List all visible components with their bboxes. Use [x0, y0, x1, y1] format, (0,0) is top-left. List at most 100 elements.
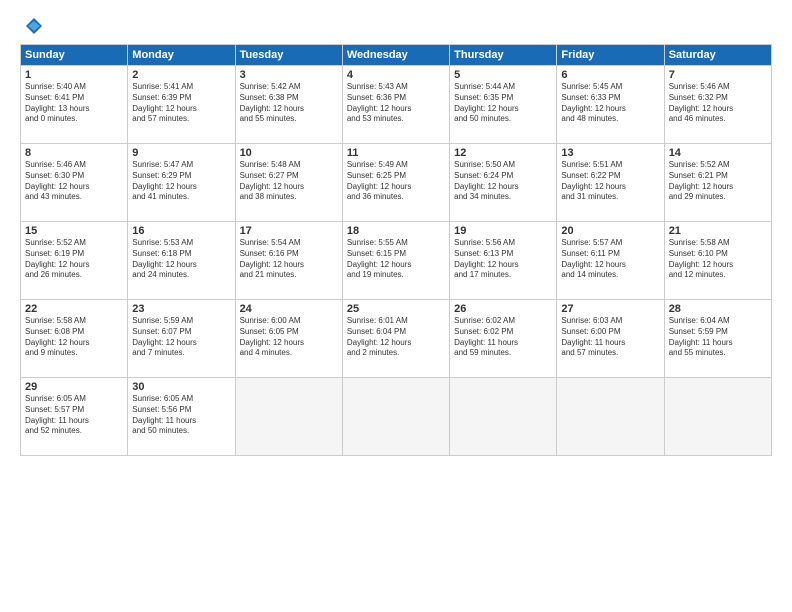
day-info: Sunrise: 5:41 AM Sunset: 6:39 PM Dayligh…	[132, 82, 230, 125]
day-number: 26	[454, 303, 552, 315]
day-number: 30	[132, 381, 230, 393]
calendar-cell	[235, 378, 342, 456]
calendar-cell: 4Sunrise: 5:43 AM Sunset: 6:36 PM Daylig…	[342, 66, 449, 144]
header-wednesday: Wednesday	[342, 45, 449, 66]
header-monday: Monday	[128, 45, 235, 66]
logo	[20, 16, 46, 36]
day-info: Sunrise: 5:40 AM Sunset: 6:41 PM Dayligh…	[25, 82, 123, 125]
day-info: Sunrise: 5:49 AM Sunset: 6:25 PM Dayligh…	[347, 160, 445, 203]
day-number: 13	[561, 147, 659, 159]
day-number: 3	[240, 69, 338, 81]
day-info: Sunrise: 5:48 AM Sunset: 6:27 PM Dayligh…	[240, 160, 338, 203]
day-info: Sunrise: 6:03 AM Sunset: 6:00 PM Dayligh…	[561, 316, 659, 359]
day-info: Sunrise: 5:46 AM Sunset: 6:32 PM Dayligh…	[669, 82, 767, 125]
day-info: Sunrise: 5:59 AM Sunset: 6:07 PM Dayligh…	[132, 316, 230, 359]
logo-icon	[24, 16, 44, 36]
day-number: 21	[669, 225, 767, 237]
day-number: 17	[240, 225, 338, 237]
day-number: 1	[25, 69, 123, 81]
day-number: 11	[347, 147, 445, 159]
calendar-cell: 13Sunrise: 5:51 AM Sunset: 6:22 PM Dayli…	[557, 144, 664, 222]
day-info: Sunrise: 6:01 AM Sunset: 6:04 PM Dayligh…	[347, 316, 445, 359]
calendar-week-5: 29Sunrise: 6:05 AM Sunset: 5:57 PM Dayli…	[21, 378, 772, 456]
day-info: Sunrise: 5:54 AM Sunset: 6:16 PM Dayligh…	[240, 238, 338, 281]
day-info: Sunrise: 5:57 AM Sunset: 6:11 PM Dayligh…	[561, 238, 659, 281]
day-info: Sunrise: 5:58 AM Sunset: 6:10 PM Dayligh…	[669, 238, 767, 281]
calendar-cell: 10Sunrise: 5:48 AM Sunset: 6:27 PM Dayli…	[235, 144, 342, 222]
calendar-cell	[664, 378, 771, 456]
calendar-cell: 23Sunrise: 5:59 AM Sunset: 6:07 PM Dayli…	[128, 300, 235, 378]
calendar-cell: 2Sunrise: 5:41 AM Sunset: 6:39 PM Daylig…	[128, 66, 235, 144]
calendar-cell: 6Sunrise: 5:45 AM Sunset: 6:33 PM Daylig…	[557, 66, 664, 144]
calendar-cell: 8Sunrise: 5:46 AM Sunset: 6:30 PM Daylig…	[21, 144, 128, 222]
calendar-cell: 25Sunrise: 6:01 AM Sunset: 6:04 PM Dayli…	[342, 300, 449, 378]
calendar-cell: 20Sunrise: 5:57 AM Sunset: 6:11 PM Dayli…	[557, 222, 664, 300]
day-number: 20	[561, 225, 659, 237]
day-number: 6	[561, 69, 659, 81]
header-thursday: Thursday	[450, 45, 557, 66]
calendar-week-1: 1Sunrise: 5:40 AM Sunset: 6:41 PM Daylig…	[21, 66, 772, 144]
header	[20, 16, 772, 36]
day-info: Sunrise: 5:55 AM Sunset: 6:15 PM Dayligh…	[347, 238, 445, 281]
day-number: 29	[25, 381, 123, 393]
calendar-cell: 11Sunrise: 5:49 AM Sunset: 6:25 PM Dayli…	[342, 144, 449, 222]
day-info: Sunrise: 5:52 AM Sunset: 6:21 PM Dayligh…	[669, 160, 767, 203]
calendar-cell: 21Sunrise: 5:58 AM Sunset: 6:10 PM Dayli…	[664, 222, 771, 300]
day-number: 7	[669, 69, 767, 81]
day-info: Sunrise: 5:53 AM Sunset: 6:18 PM Dayligh…	[132, 238, 230, 281]
calendar-cell: 28Sunrise: 6:04 AM Sunset: 5:59 PM Dayli…	[664, 300, 771, 378]
day-number: 19	[454, 225, 552, 237]
calendar-cell: 17Sunrise: 5:54 AM Sunset: 6:16 PM Dayli…	[235, 222, 342, 300]
calendar-cell: 26Sunrise: 6:02 AM Sunset: 6:02 PM Dayli…	[450, 300, 557, 378]
calendar-cell: 3Sunrise: 5:42 AM Sunset: 6:38 PM Daylig…	[235, 66, 342, 144]
header-sunday: Sunday	[21, 45, 128, 66]
day-info: Sunrise: 6:04 AM Sunset: 5:59 PM Dayligh…	[669, 316, 767, 359]
day-number: 27	[561, 303, 659, 315]
day-number: 23	[132, 303, 230, 315]
day-number: 2	[132, 69, 230, 81]
calendar-cell: 12Sunrise: 5:50 AM Sunset: 6:24 PM Dayli…	[450, 144, 557, 222]
calendar-cell	[342, 378, 449, 456]
calendar-cell: 18Sunrise: 5:55 AM Sunset: 6:15 PM Dayli…	[342, 222, 449, 300]
calendar-cell: 15Sunrise: 5:52 AM Sunset: 6:19 PM Dayli…	[21, 222, 128, 300]
calendar-cell: 7Sunrise: 5:46 AM Sunset: 6:32 PM Daylig…	[664, 66, 771, 144]
calendar-week-4: 22Sunrise: 5:58 AM Sunset: 6:08 PM Dayli…	[21, 300, 772, 378]
calendar-cell: 9Sunrise: 5:47 AM Sunset: 6:29 PM Daylig…	[128, 144, 235, 222]
calendar-week-3: 15Sunrise: 5:52 AM Sunset: 6:19 PM Dayli…	[21, 222, 772, 300]
day-info: Sunrise: 5:51 AM Sunset: 6:22 PM Dayligh…	[561, 160, 659, 203]
day-info: Sunrise: 5:43 AM Sunset: 6:36 PM Dayligh…	[347, 82, 445, 125]
calendar-week-2: 8Sunrise: 5:46 AM Sunset: 6:30 PM Daylig…	[21, 144, 772, 222]
calendar-cell: 19Sunrise: 5:56 AM Sunset: 6:13 PM Dayli…	[450, 222, 557, 300]
calendar-cell: 22Sunrise: 5:58 AM Sunset: 6:08 PM Dayli…	[21, 300, 128, 378]
day-number: 22	[25, 303, 123, 315]
day-number: 18	[347, 225, 445, 237]
calendar-cell: 1Sunrise: 5:40 AM Sunset: 6:41 PM Daylig…	[21, 66, 128, 144]
day-number: 25	[347, 303, 445, 315]
calendar-page: Sunday Monday Tuesday Wednesday Thursday…	[0, 0, 792, 612]
day-number: 4	[347, 69, 445, 81]
day-number: 8	[25, 147, 123, 159]
header-row: Sunday Monday Tuesday Wednesday Thursday…	[21, 45, 772, 66]
day-info: Sunrise: 6:05 AM Sunset: 5:56 PM Dayligh…	[132, 394, 230, 437]
calendar-cell	[450, 378, 557, 456]
day-info: Sunrise: 5:46 AM Sunset: 6:30 PM Dayligh…	[25, 160, 123, 203]
calendar-cell: 5Sunrise: 5:44 AM Sunset: 6:35 PM Daylig…	[450, 66, 557, 144]
day-info: Sunrise: 5:44 AM Sunset: 6:35 PM Dayligh…	[454, 82, 552, 125]
day-info: Sunrise: 6:05 AM Sunset: 5:57 PM Dayligh…	[25, 394, 123, 437]
calendar-cell: 16Sunrise: 5:53 AM Sunset: 6:18 PM Dayli…	[128, 222, 235, 300]
day-info: Sunrise: 6:02 AM Sunset: 6:02 PM Dayligh…	[454, 316, 552, 359]
day-number: 15	[25, 225, 123, 237]
header-friday: Friday	[557, 45, 664, 66]
calendar-cell: 27Sunrise: 6:03 AM Sunset: 6:00 PM Dayli…	[557, 300, 664, 378]
day-number: 12	[454, 147, 552, 159]
day-number: 28	[669, 303, 767, 315]
day-number: 10	[240, 147, 338, 159]
calendar-cell	[557, 378, 664, 456]
calendar-cell: 14Sunrise: 5:52 AM Sunset: 6:21 PM Dayli…	[664, 144, 771, 222]
header-saturday: Saturday	[664, 45, 771, 66]
calendar-cell: 29Sunrise: 6:05 AM Sunset: 5:57 PM Dayli…	[21, 378, 128, 456]
calendar-cell: 30Sunrise: 6:05 AM Sunset: 5:56 PM Dayli…	[128, 378, 235, 456]
day-info: Sunrise: 5:56 AM Sunset: 6:13 PM Dayligh…	[454, 238, 552, 281]
day-info: Sunrise: 5:45 AM Sunset: 6:33 PM Dayligh…	[561, 82, 659, 125]
day-number: 14	[669, 147, 767, 159]
